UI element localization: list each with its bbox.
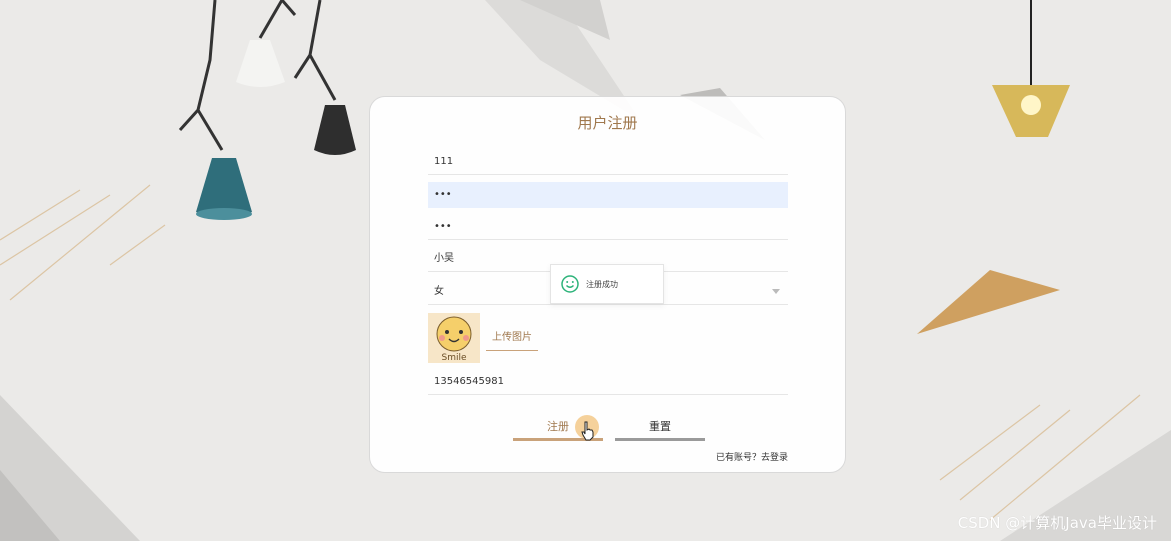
confirm-password-field[interactable]: ••• bbox=[428, 214, 788, 240]
upload-image-button[interactable]: 上传图片 bbox=[486, 328, 538, 351]
reset-button[interactable]: 重置 bbox=[615, 413, 705, 441]
pendant-lamp-teal bbox=[178, 0, 224, 151]
username-field[interactable]: 111 bbox=[428, 149, 788, 175]
smile-check-icon bbox=[561, 275, 579, 293]
svg-text:Smile: Smile bbox=[441, 353, 466, 363]
smile-face-image: Smile bbox=[436, 316, 472, 363]
gender-value: 女 bbox=[434, 286, 444, 297]
toast-message: 注册成功 bbox=[586, 280, 618, 289]
page-title: 用户注册 bbox=[577, 114, 638, 132]
hand-cursor-icon bbox=[581, 421, 594, 441]
success-toast: 注册成功 bbox=[550, 264, 664, 304]
watermark: CSDN @计算机Java毕业设计 bbox=[957, 514, 1157, 532]
avatar-preview: Smile bbox=[428, 313, 480, 363]
chevron-down-icon bbox=[772, 289, 780, 294]
phone-field[interactable]: 13546545981 bbox=[428, 369, 788, 395]
go-login-link[interactable]: 已有账号？去登录 bbox=[716, 450, 788, 463]
password-field[interactable]: ••• bbox=[428, 182, 788, 208]
